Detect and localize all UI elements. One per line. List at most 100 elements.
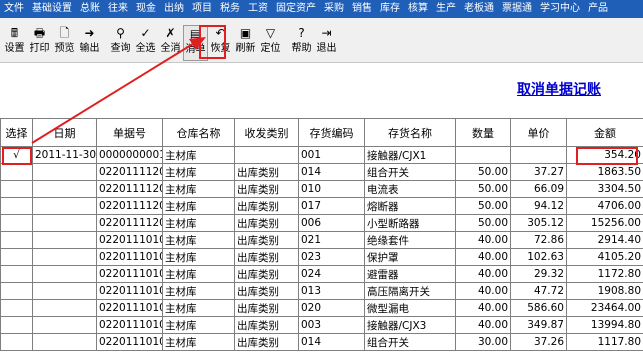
menu-item-6[interactable]: 项目 [188,0,216,18]
table-row[interactable]: √ 2011-11-30 0000000001 主材库 001 接触器/CJX1 354.2… [0,146,643,164]
toolbar-button-10[interactable]: ▽ 定位 [258,25,283,61]
table-cell: 主材库 [162,197,235,215]
menu-item-12[interactable]: 库存 [376,0,404,18]
toolbar-button-5[interactable]: ✓ 全选 [133,25,158,61]
menu-item-15[interactable]: 老板通 [460,0,498,18]
table-cell: 组合开关 [364,163,456,181]
select-cell[interactable]: √ [0,146,33,164]
toolbar-label: 退出 [316,43,337,54]
toolbar-label: 刷新 [235,43,256,54]
table-cell [32,333,97,351]
exit-icon: ⇥ [321,26,332,40]
select-cell[interactable] [0,197,33,215]
menu-item-3[interactable]: 往来 [104,0,132,18]
table-row[interactable]: 022011101000主材库出库类别013高压隔离开关40.0047.7219… [0,282,643,300]
table-cell: 022011101000 [96,299,163,317]
table-row[interactable]: 022011112000主材库出库类别006小型断路器50.00305.1215… [0,214,643,232]
toolbar-button-12[interactable]: ⇥ 退出 [314,25,339,61]
table-body: √ 2011-11-30 0000000001 主材库 001 接触器/CJX1 354.2… [0,146,643,351]
menu-item-18[interactable]: 产品 [584,0,612,18]
column-header[interactable]: 收发类别 [234,118,299,147]
menu-item-14[interactable]: 生产 [432,0,460,18]
table-cell: 主材库 [162,282,235,300]
toolbar-button-9[interactable]: ▣ 刷新 [233,25,258,61]
toolbar-button-3[interactable]: ➜ 输出 [77,25,102,61]
table-cell: 出库类别 [234,197,299,215]
page-title: 取消单据记账 [517,82,601,98]
toolbar-button-1[interactable]: 🖶 打印 [27,25,52,61]
select-cell[interactable] [0,231,33,249]
menu-item-10[interactable]: 采购 [320,0,348,18]
menu-item-5[interactable]: 出纳 [160,0,188,18]
table-row[interactable]: 022011101000主材库出库类别023保护罩40.00102.634105… [0,248,643,266]
select-cell[interactable] [0,282,33,300]
column-header[interactable]: 金额 [566,118,643,147]
menu-item-0[interactable]: 文件 [0,0,28,18]
undo-icon: ↶ [215,26,226,40]
table-row[interactable]: 022011112000主材库出库类别017熔断器50.0094.124706.… [0,197,643,215]
table-cell: 40.00 [455,231,511,249]
cancel-doc-icon: ▤ [189,27,202,41]
select-cell[interactable] [0,180,33,198]
table-cell: 高压隔离开关 [364,282,456,300]
table-row[interactable]: 022011101000主材库出库类别014组合开关30.0037.261117… [0,333,643,351]
column-header[interactable]: 单据号 [96,118,163,147]
menu-item-11[interactable]: 销售 [348,0,376,18]
menu-item-13[interactable]: 核算 [404,0,432,18]
menu-item-7[interactable]: 税务 [216,0,244,18]
select-cell[interactable] [0,163,33,181]
column-header[interactable]: 选择 [0,118,33,147]
table-row[interactable]: 022011101000主材库出库类别024避雷器40.0029.321172.… [0,265,643,283]
column-header[interactable]: 日期 [32,118,97,147]
menu-item-17[interactable]: 学习中心 [536,0,584,18]
table-row[interactable]: 022011101000主材库出库类别021绝缘套件40.0072.862914… [0,231,643,249]
table-cell: 出库类别 [234,248,299,266]
table-cell: 022011101000 [96,248,163,266]
table-row[interactable]: 022011101000主材库出库类别003接触器/CJX340.00349.8… [0,316,643,334]
menu-item-1[interactable]: 基础设置 [28,0,76,18]
toolbar-button-6[interactable]: ✗ 全消 [158,25,183,61]
toolbar-label: 恢复 [210,43,231,54]
voucher-grid: 选择 日期 单据号 仓库名称 收发类别 存货编码 存货名称 数量 单价 金额 √ 2011-11-3… [0,118,643,360]
menu-item-2[interactable]: 总账 [76,0,104,18]
column-header[interactable]: 存货编码 [298,118,365,147]
table-cell: 出库类别 [234,180,299,198]
toolbar-button-11[interactable]: ? 帮助 [289,25,314,61]
table-cell: 出库类别 [234,333,299,351]
column-header[interactable]: 数量 [455,118,511,147]
column-header[interactable]: 仓库名称 [162,118,235,147]
column-header[interactable]: 单价 [510,118,567,147]
toolbar-label: 打印 [29,43,50,54]
select-cell[interactable] [0,299,33,317]
table-cell: 94.12 [510,197,567,215]
select-cell[interactable] [0,333,33,351]
menu-item-8[interactable]: 工资 [244,0,272,18]
table-row[interactable]: 022011112000主材库出库类别014组合开关50.0037.271863… [0,163,643,181]
table-cell: 40.00 [455,282,511,300]
column-header[interactable]: 存货名称 [364,118,456,147]
table-cell: 1117.80 [566,333,643,351]
toolbar-button-7[interactable]: ▤ 消单 [183,25,208,61]
table-cell: 349.87 [510,316,567,334]
toolbar-button-4[interactable]: ⚲ 查询 [108,25,133,61]
toolbar-button-0[interactable]: 🖩 设置 [2,25,27,61]
table-row[interactable]: 022011112000主材库出库类别010电流表50.0066.093304.… [0,180,643,198]
menu-item-4[interactable]: 现金 [132,0,160,18]
table-cell: 47.72 [510,282,567,300]
table-cell: 组合开关 [364,333,456,351]
table-cell: 小型断路器 [364,214,456,232]
select-cell[interactable] [0,316,33,334]
select-cell[interactable] [0,265,33,283]
table-cell: 014 [298,163,365,181]
toolbar-label: 全选 [135,43,156,54]
select-cell[interactable] [0,214,33,232]
toolbar-button-8[interactable]: ↶ 恢复 [208,25,233,61]
print-icon: 🖶 [33,26,46,40]
table-cell: 主材库 [162,299,235,317]
menu-item-16[interactable]: 票据通 [498,0,536,18]
toolbar-button-2[interactable]: 🗋 预览 [52,25,77,61]
menu-item-9[interactable]: 固定资产 [272,0,320,18]
select-cell[interactable] [0,248,33,266]
table-row[interactable]: 022011101000主材库出库类别020微型漏电40.00586.60234… [0,299,643,317]
table-cell: 354.20 [566,146,643,164]
